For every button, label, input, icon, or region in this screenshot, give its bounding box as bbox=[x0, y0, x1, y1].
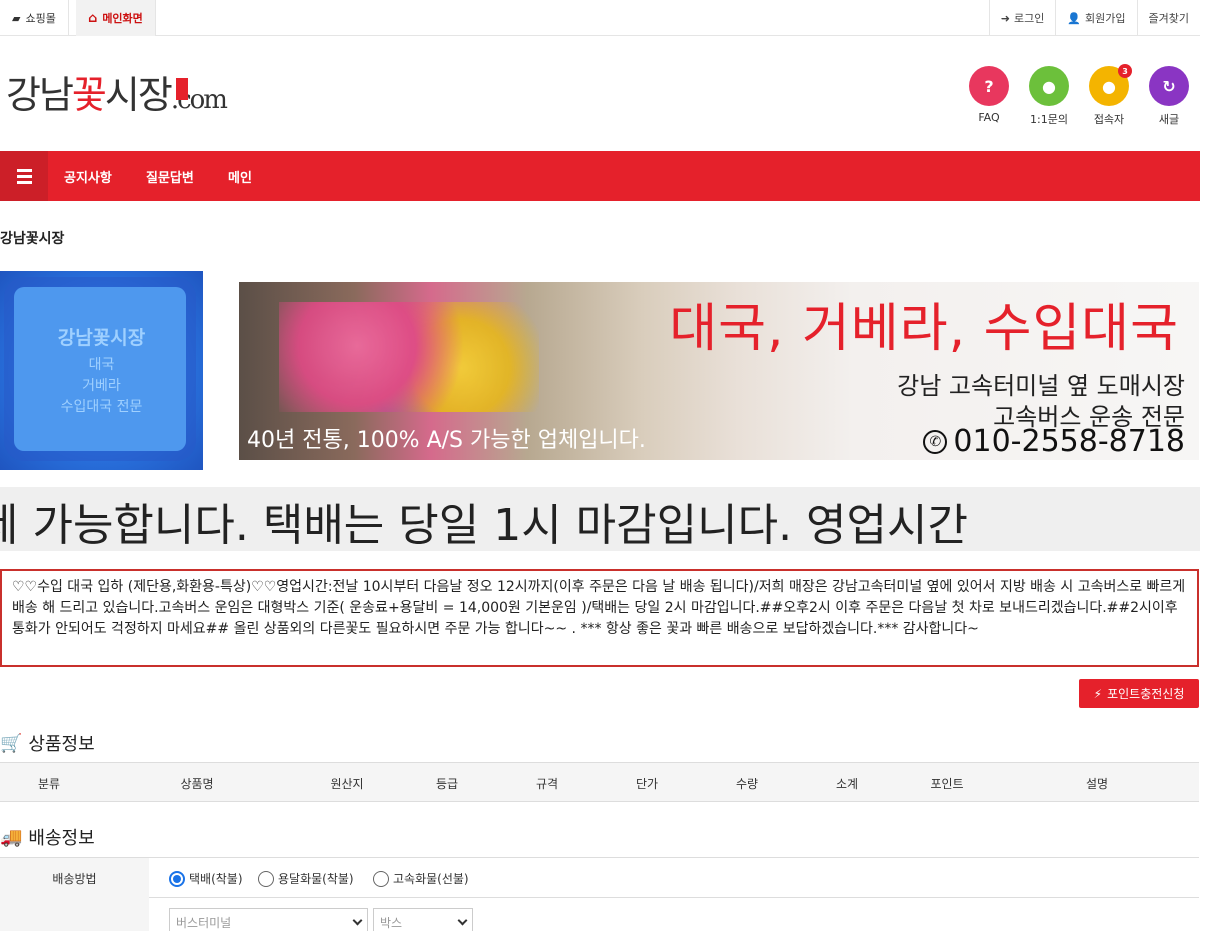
home-icon: ⌂ bbox=[88, 10, 98, 26]
banner-tagline: 40년 전통, 100% A/S 가능한 업체입니다. bbox=[247, 428, 646, 453]
delivery-section-title: 🚚 배송정보 bbox=[0, 824, 95, 850]
visitors-label: 접속자 bbox=[1093, 113, 1125, 126]
plug-icon: ⚡ bbox=[1093, 686, 1103, 701]
product-section-label: 상품정보 bbox=[28, 734, 95, 755]
logo-text-3: 시장 bbox=[104, 73, 173, 117]
users-icon: ● 3 bbox=[1089, 64, 1132, 106]
main-banner[interactable]: 대국, 거베라, 수입대국 강남 고속터미널 옆 도매시장 고속버스 운송 전문… bbox=[239, 282, 1199, 460]
radio-truck[interactable]: 용달화물(착불) bbox=[258, 870, 354, 887]
radio-courier-control[interactable] bbox=[169, 870, 185, 887]
visitor-count-badge: 3 bbox=[1118, 64, 1132, 78]
visitors-button[interactable]: ● 3 접속자 bbox=[1089, 64, 1132, 127]
side-banner-line-2: 거베라 bbox=[82, 378, 121, 394]
logo-stamp bbox=[176, 78, 188, 100]
radio-express-control[interactable] bbox=[373, 870, 389, 887]
delivery-section-label: 배송정보 bbox=[28, 828, 95, 849]
logo-text-1: 강남 bbox=[6, 73, 74, 117]
shopping-bag-icon: ▰ bbox=[12, 11, 21, 25]
faq-button[interactable]: ? FAQ bbox=[969, 66, 1009, 124]
logo-text-2: 꽃 bbox=[71, 73, 107, 117]
col-origin: 원산지 bbox=[330, 777, 364, 791]
site-logo[interactable]: 강남꽃시장.com bbox=[6, 73, 228, 117]
main-nav: 공지사항 질문답변 메인 bbox=[0, 151, 1200, 201]
tab-shop[interactable]: ▰ 쇼핑몰 bbox=[0, 0, 69, 36]
col-description: 설명 bbox=[1085, 777, 1109, 791]
product-table-header: 분류 상품명 원산지 등급 규격 단가 수량 소계 포인트 설명 bbox=[0, 762, 1199, 802]
product-section-title: 🛒 상품정보 bbox=[0, 730, 95, 756]
bookmark-link[interactable]: 즐겨찾기 bbox=[1136, 0, 1200, 36]
page: ▰ 쇼핑몰 ⌂ 메인화면 ➜ 로그인 👤 회원가입 즐겨찾기 강남꽃시장.com… bbox=[0, 0, 1205, 931]
phone-icon: ✆ bbox=[923, 429, 948, 454]
terminal-select-value: 버스터미널 bbox=[176, 915, 232, 930]
box-select-value: 박스 bbox=[380, 915, 403, 930]
top-bar: ▰ 쇼핑몰 ⌂ 메인화면 ➜ 로그인 👤 회원가입 즐겨찾기 bbox=[0, 0, 1200, 36]
banner-line-1: 강남 고속터미널 옆 도매시장 bbox=[897, 372, 1185, 400]
box-select[interactable]: 박스 bbox=[373, 908, 473, 931]
delivery-form: 배송방법 택배(착불) 용달화물(착불) 고속화물(선불) 버스터미널 박스 bbox=[0, 857, 1199, 931]
tab-shop-label: 쇼핑몰 bbox=[25, 12, 56, 25]
new-posts-label: 새글 bbox=[1158, 113, 1180, 126]
question-icon: ? bbox=[969, 66, 1009, 106]
col-subtotal: 소계 bbox=[835, 777, 859, 791]
user-plus-icon: 👤 bbox=[1067, 11, 1082, 25]
tab-home[interactable]: ⌂ 메인화면 bbox=[76, 0, 156, 36]
scrolling-notice: 제 가능합니다. 택배는 당일 1시 마감입니다. 영업시간 bbox=[0, 487, 1200, 551]
delivery-method-row: 배송방법 택배(착불) 용달화물(착불) 고속화물(선불) bbox=[0, 857, 1199, 899]
bookmark-label: 즐겨찾기 bbox=[1148, 12, 1189, 25]
point-charge-label: 포인트충전신청 bbox=[1107, 687, 1185, 701]
join-label: 회원가입 bbox=[1085, 12, 1126, 25]
radio-truck-control[interactable] bbox=[258, 870, 274, 887]
page-title: 강남꽃시장 bbox=[0, 231, 65, 247]
delivery-detail-label bbox=[0, 898, 149, 931]
radio-truck-label: 용달화물(착불) bbox=[278, 872, 354, 886]
chat-icon: ● bbox=[1029, 66, 1069, 106]
faq-label: FAQ bbox=[978, 111, 1000, 124]
chevron-down-icon bbox=[352, 915, 363, 926]
side-banner-line-3: 수입대국 전문 bbox=[60, 399, 143, 415]
col-point: 포인트 bbox=[930, 777, 964, 791]
notice-box: ♡♡수입 대국 입하 (제단용,화환용-특상)♡♡영업시간:전날 10시부터 다… bbox=[0, 569, 1199, 667]
new-posts-button[interactable]: ↻ 새글 bbox=[1149, 66, 1189, 127]
refresh-icon: ↻ bbox=[1149, 66, 1189, 106]
scrolling-notice-text: 제 가능합니다. 택배는 당일 1시 마감입니다. 영업시간 bbox=[0, 500, 968, 551]
col-quantity: 수량 bbox=[735, 777, 759, 791]
radio-express[interactable]: 고속화물(선불) bbox=[373, 870, 469, 887]
radio-courier[interactable]: 택배(착불) bbox=[169, 870, 243, 887]
side-banner-text: 대국 거베라 수입대국 전문 bbox=[0, 355, 203, 418]
sign-in-icon: ➜ bbox=[1000, 11, 1010, 25]
banner-phone-number: 010-2558-8718 bbox=[953, 424, 1185, 459]
banner-phone: ✆ 010-2558-8718 bbox=[923, 424, 1185, 459]
side-banner-title: 강남꽃시장 bbox=[57, 327, 146, 349]
col-spec: 규격 bbox=[535, 777, 559, 791]
truck-icon: 🚚 bbox=[0, 826, 23, 848]
nav-item-main[interactable]: 메인 bbox=[228, 151, 252, 201]
inquiry-label: 1:1문의 bbox=[1030, 113, 1068, 126]
flower-photo bbox=[279, 302, 539, 412]
terminal-select[interactable]: 버스터미널 bbox=[169, 908, 368, 931]
side-banner[interactable]: 강남꽃시장 대국 거베라 수입대국 전문 bbox=[0, 271, 203, 470]
col-grade: 등급 bbox=[435, 777, 459, 791]
side-banner-line-1: 대국 bbox=[88, 357, 115, 373]
cart-icon: 🛒 bbox=[0, 732, 23, 754]
radio-courier-label: 택배(착불) bbox=[189, 872, 243, 886]
tab-home-label: 메인화면 bbox=[102, 12, 143, 25]
menu-icon[interactable] bbox=[0, 151, 48, 201]
join-link[interactable]: 👤 회원가입 bbox=[1055, 0, 1136, 36]
delivery-method-label: 배송방법 bbox=[0, 858, 149, 899]
col-unit-price: 단가 bbox=[635, 777, 659, 791]
inquiry-button[interactable]: ● 1:1문의 bbox=[1029, 66, 1069, 127]
radio-express-label: 고속화물(선불) bbox=[393, 872, 469, 886]
nav-item-notice[interactable]: 공지사항 bbox=[64, 151, 112, 201]
account-links: ➜ 로그인 👤 회원가입 즐겨찾기 bbox=[988, 0, 1200, 36]
chevron-down-icon bbox=[457, 915, 468, 926]
nav-item-qna[interactable]: 질문답변 bbox=[146, 151, 194, 201]
login-link[interactable]: ➜ 로그인 bbox=[988, 0, 1056, 36]
col-category: 분류 bbox=[37, 777, 61, 791]
login-label: 로그인 bbox=[1013, 12, 1045, 25]
point-charge-button[interactable]: ⚡ 포인트충전신청 bbox=[1079, 679, 1199, 708]
banner-headline: 대국, 거베라, 수입대국 bbox=[669, 299, 1179, 359]
col-product-name: 상품명 bbox=[180, 777, 214, 791]
